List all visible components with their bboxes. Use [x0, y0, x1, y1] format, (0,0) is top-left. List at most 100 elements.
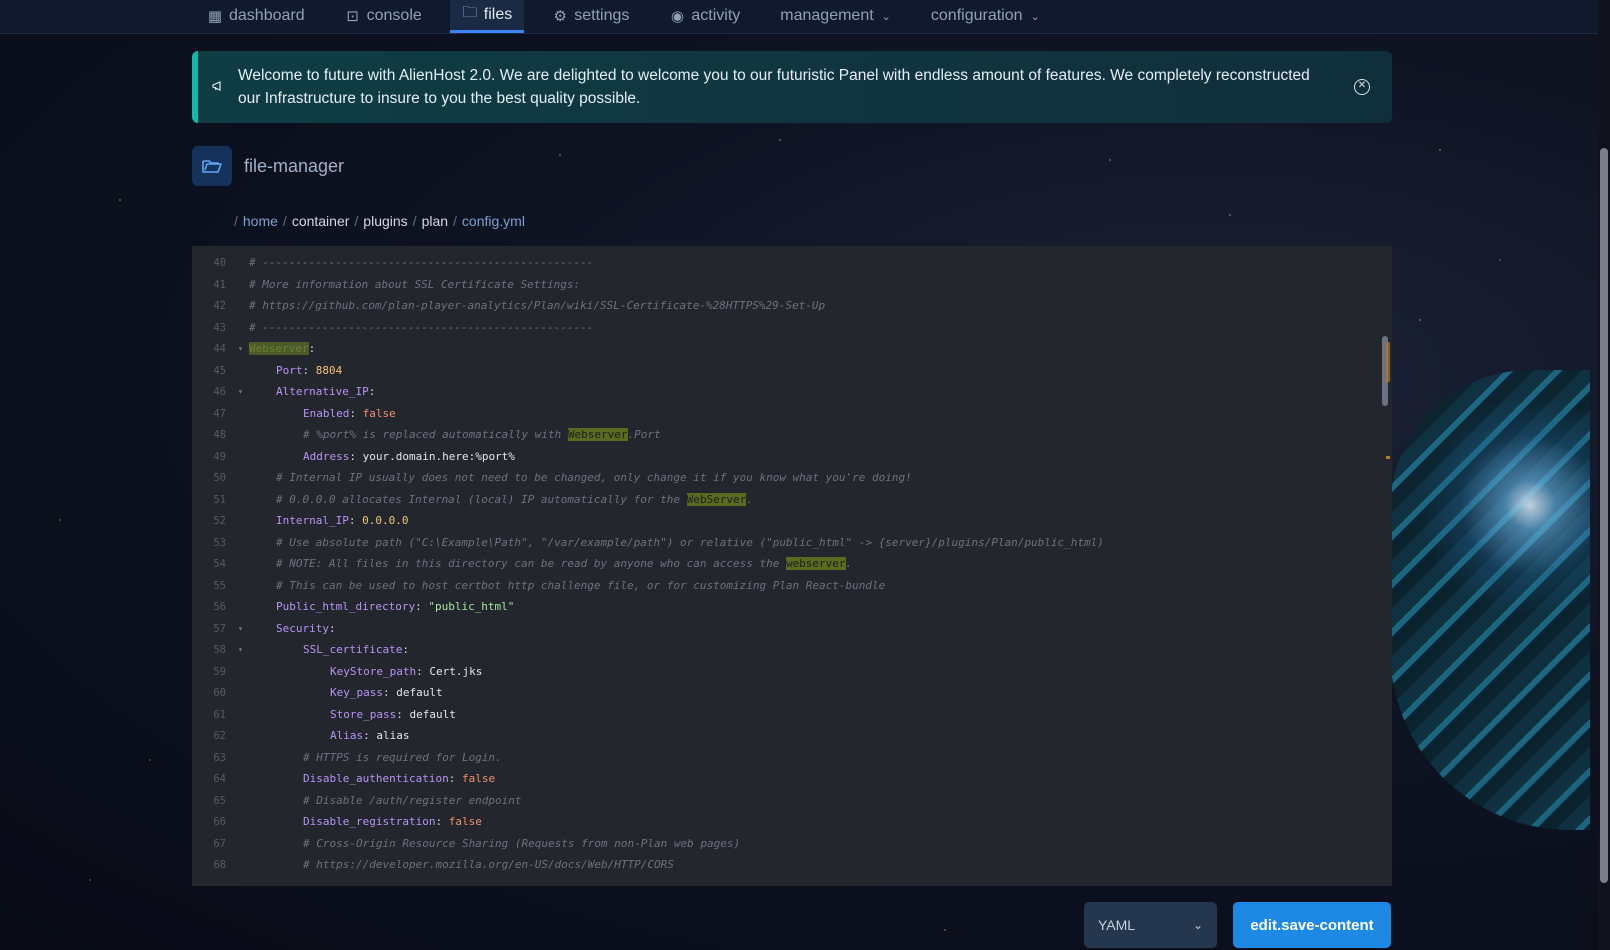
- nav-settings-label: settings: [574, 7, 630, 24]
- breadcrumb-plugins[interactable]: plugins: [363, 213, 407, 229]
- nav-files[interactable]: 🗀 files: [449, 0, 525, 33]
- code-line[interactable]: 45 Port: 8804: [192, 360, 1372, 382]
- code-content: # https://developer.mozilla.org/en-US/do…: [303, 854, 674, 876]
- code-token: WebServer: [686, 492, 747, 506]
- breadcrumb-separator: /: [453, 213, 457, 229]
- fold-toggle-icon[interactable]: ▾: [238, 639, 243, 661]
- code-content: # NOTE: All files in this directory can …: [276, 553, 852, 575]
- code-line[interactable]: 50 # Internal IP usually does not need to…: [192, 467, 1372, 489]
- line-number: 65: [213, 794, 226, 807]
- code-editor[interactable]: 40 # ------------------------------------…: [192, 246, 1392, 886]
- code-line[interactable]: 64 Disable_authentication: false: [192, 768, 1372, 790]
- page-scrollbar-thumb[interactable]: [1600, 148, 1608, 883]
- code-line[interactable]: 41 # More information about SSL Certifica…: [192, 274, 1372, 296]
- code-token: :: [308, 342, 316, 355]
- code-token: :: [415, 600, 429, 613]
- breadcrumb-container[interactable]: container: [292, 213, 350, 229]
- code-content: Port: 8804: [276, 360, 342, 382]
- folder-icon: 🗀: [462, 4, 478, 21]
- language-select-value: YAML: [1098, 917, 1136, 933]
- fold-toggle-icon[interactable]: ▾: [238, 338, 243, 360]
- code-line[interactable]: 56 Public_html_directory: "public_html": [192, 596, 1372, 618]
- line-number: 62: [213, 730, 226, 742]
- code-line[interactable]: 48 # %port% is replaced automatically wit…: [192, 424, 1372, 446]
- code-token: Key_pass: [330, 686, 383, 699]
- code-line[interactable]: 60 Key_pass: default: [192, 682, 1372, 704]
- code-token: :: [363, 729, 377, 742]
- code-line[interactable]: 54 # NOTE: All files in this directory ca…: [192, 553, 1372, 575]
- breadcrumb-separator: /: [234, 213, 238, 229]
- nav-management[interactable]: management ⌄: [768, 0, 903, 33]
- code-line[interactable]: 61 Store_pass: default: [192, 704, 1372, 726]
- code-token: "public_html": [428, 600, 515, 613]
- code-line[interactable]: 66 Disable_registration: false: [192, 811, 1372, 833]
- page-scrollbar[interactable]: [1598, 0, 1610, 950]
- code-token: :: [448, 772, 462, 785]
- code-content: Address: your.domain.here:%port%: [303, 446, 515, 468]
- code-token: :: [416, 664, 430, 678]
- code-content: Enabled: false: [303, 403, 396, 425]
- chevron-down-icon: ⌄: [881, 10, 891, 23]
- code-line[interactable]: 42 # https://github.com/plan-player-analy…: [192, 295, 1372, 317]
- line-number: 56: [213, 601, 226, 613]
- top-navigation: ▦ dashboard ⊡ console 🗀 files ⚙ settings…: [0, 0, 1598, 34]
- line-number: 52: [213, 515, 226, 527]
- code-line[interactable]: 68 # https://developer.mozilla.org/en-US/…: [192, 854, 1372, 876]
- line-number: 48: [213, 429, 226, 441]
- code-token: # More information about SSL Certificate…: [249, 277, 581, 291]
- nav-settings[interactable]: ⚙ settings: [540, 0, 641, 33]
- line-number: 55: [213, 579, 226, 592]
- code-line[interactable]: 52 Internal_IP: 0.0.0.0: [192, 510, 1372, 532]
- code-line[interactable]: 53 # Use absolute path ("C:\Example\Path"…: [192, 532, 1372, 554]
- code-token: Port: [276, 363, 303, 377]
- save-content-button[interactable]: edit.save-content: [1233, 902, 1391, 948]
- code-line[interactable]: 58 ▾ SSL_certificate:: [192, 639, 1372, 661]
- breadcrumb-home[interactable]: home: [243, 213, 278, 229]
- code-line[interactable]: 59 KeyStore_path: Cert.jks: [192, 661, 1372, 683]
- nav-console[interactable]: ⊡ console: [333, 0, 434, 33]
- nav-configuration[interactable]: configuration ⌄: [919, 0, 1052, 33]
- code-content: # --------------------------------------…: [249, 252, 593, 274]
- line-number: 45: [213, 364, 226, 377]
- nav-files-label: files: [483, 5, 513, 23]
- close-icon[interactable]: ✕: [1354, 79, 1370, 95]
- welcome-banner: Welcome to future with AlienHost 2.0. We…: [192, 51, 1392, 123]
- code-token: KeyStore_path: [330, 664, 417, 678]
- line-number: 68: [213, 859, 226, 871]
- code-line[interactable]: 49 Address: your.domain.here:%port%: [192, 446, 1372, 468]
- code-line[interactable]: 44 ▾ Webserver:: [192, 338, 1372, 360]
- language-select[interactable]: YAML ⌄: [1084, 902, 1217, 948]
- code-token: webserver: [785, 557, 846, 570]
- code-content: Alternative_IP:: [276, 381, 375, 403]
- code-content: KeyStore_path: Cert.jks: [330, 661, 482, 683]
- code-content: Disable_registration: false: [303, 811, 482, 833]
- code-token: default: [409, 707, 456, 721]
- nav-dashboard[interactable]: ▦ dashboard: [195, 0, 317, 33]
- code-line[interactable]: 62 Alias: alias: [192, 725, 1372, 747]
- code-token: Disable_registration: [303, 815, 436, 828]
- code-token: :: [328, 621, 336, 635]
- code-content: Internal_IP: 0.0.0.0: [276, 510, 408, 532]
- nav-activity[interactable]: ◉ activity: [657, 0, 752, 33]
- line-number: 49: [213, 450, 226, 463]
- line-number: 54: [213, 558, 226, 570]
- code-content: Alias: alias: [330, 725, 410, 747]
- code-line[interactable]: 43 # ------------------------------------…: [192, 317, 1372, 339]
- code-content: Webserver:: [249, 338, 315, 360]
- terminal-icon: ⊡: [346, 8, 359, 25]
- code-line[interactable]: 40 # ------------------------------------…: [192, 252, 1372, 274]
- fold-toggle-icon[interactable]: ▾: [238, 618, 243, 640]
- code-line[interactable]: 67 # Cross-Origin Resource Sharing (Reque…: [192, 833, 1372, 855]
- code-line[interactable]: 65 # Disable /auth/register endpoint: [192, 790, 1372, 812]
- code-line[interactable]: 46 ▾ Alternative_IP:: [192, 381, 1372, 403]
- code-line[interactable]: 47 Enabled: false: [192, 403, 1372, 425]
- code-line[interactable]: 55 # This can be used to host certbot htt…: [192, 575, 1372, 597]
- fold-toggle-icon[interactable]: ▾: [238, 381, 243, 403]
- breadcrumb-plan[interactable]: plan: [422, 213, 448, 229]
- code-token: Security: [276, 621, 329, 635]
- code-line[interactable]: 63 # HTTPS is required for Login.: [192, 747, 1372, 769]
- line-number: 44: [213, 343, 226, 355]
- code-line[interactable]: 51 # 0.0.0.0 allocates Internal (local) I…: [192, 489, 1372, 511]
- chevron-down-icon: ⌄: [1192, 918, 1203, 932]
- code-line[interactable]: 57 ▾ Security:: [192, 618, 1372, 640]
